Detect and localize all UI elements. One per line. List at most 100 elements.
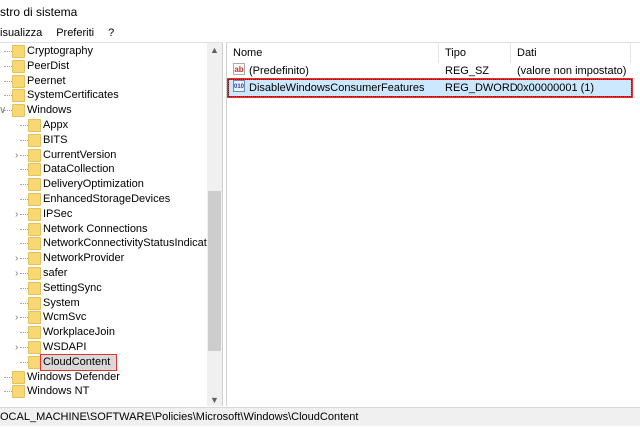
scroll-down-icon[interactable]: ▼ [210,395,219,405]
tree-item[interactable]: Windows Defender [0,370,207,385]
tree-item[interactable]: CloudContent [0,353,207,371]
folder-icon [28,148,41,162]
tree-item[interactable]: Windows NT [0,384,207,399]
scrollbar-thumb[interactable] [208,191,221,351]
menu-preferiti[interactable]: Preferiti [56,24,94,42]
tree-item[interactable]: WorkplaceJoin [0,325,207,340]
tree-item-label: Peernet [27,74,66,87]
tree-line [20,184,28,186]
tree-line [20,169,28,171]
tree-item-label: SettingSync [43,281,102,294]
folder-icon [12,370,25,384]
value-data: (valore non impostato) [517,65,627,77]
chevron-right-icon[interactable]: › [15,310,18,325]
tree-line [20,228,28,230]
tree-item[interactable]: › IPSec [0,207,207,222]
tree-item-label: CloudContent [39,353,118,371]
registry-tree[interactable]: Cryptography PeerDist Peernet SystemCertifi… [0,42,223,406]
tree-item[interactable]: › CurrentVersion [0,148,207,163]
folder-icon [12,104,25,118]
tree-item-label: Windows NT [27,385,90,398]
tree-line [4,80,12,82]
tree-item-label: Cryptography [27,45,94,57]
tree-item[interactable]: Network Connections [0,222,207,237]
tree-item[interactable]: DeliveryOptimization [0,177,207,192]
binary-value-icon: 010 [233,80,245,92]
folder-icon [28,341,41,354]
value-data: 0x00000001 (1) [517,82,595,94]
tree-line [20,361,28,363]
tree-item-label: BITS [43,133,68,146]
chevron-right-icon[interactable]: › [15,148,18,163]
folder-icon [28,133,41,147]
tree-item-label: Windows [27,104,72,117]
chevron-right-icon[interactable]: › [15,340,18,355]
tree-item[interactable]: NetworkConnectivityStatusIndicator [0,236,217,251]
folder-icon [28,326,41,340]
menu-bar: isualizza Preferiti ? [0,24,114,42]
folder-icon [28,193,41,206]
tree-item[interactable]: › WcmSvc [0,310,207,325]
menu-visualizza[interactable]: isualizza [0,24,42,42]
folder-icon [12,45,25,58]
value-type: REG_DWORD [445,82,518,94]
column-header-dati[interactable]: Dati [511,43,631,63]
tree-line [20,287,28,289]
folder-icon [28,296,41,310]
value-type: REG_SZ [445,65,490,77]
tree-item[interactable]: Peernet [0,74,207,89]
tree-item-label: Windows Defender [27,370,120,383]
folder-icon [28,281,41,295]
tree-item[interactable]: › NetworkProvider [0,251,207,266]
folder-icon [28,311,41,325]
tree-line [20,258,28,260]
chevron-right-icon[interactable]: › [15,207,18,222]
folder-icon [28,252,41,266]
tree-item[interactable]: PeerDist [0,59,207,74]
tree-item[interactable]: DataCollection [0,162,207,177]
tree-line [20,213,28,215]
tree-item[interactable]: EnhancedStorageDevices [0,192,207,207]
menu-help[interactable]: ? [108,24,114,42]
tree-item-label: Appx [43,119,69,131]
tree-line [20,154,28,156]
folder-icon [12,74,25,88]
chevron-right-icon[interactable]: › [15,251,18,266]
list-row-selected[interactable]: 010 DisableWindowsConsumerFeatures REG_D… [228,79,632,97]
tree-item-label: DataCollection [43,163,115,176]
tree-item-label: WorkplaceJoin [43,326,115,339]
column-header-nome[interactable]: Nome [227,43,439,63]
folder-icon [28,237,41,251]
tree-item[interactable]: › WSDAPI [0,340,207,355]
tree-item[interactable]: ∨Windows [0,103,207,118]
folder-icon [12,89,25,103]
tree-item[interactable]: BITS [0,133,207,148]
tree-line [20,302,28,304]
value-name: (Predefinito) [249,65,309,77]
scroll-up-icon[interactable]: ▲ [210,45,219,55]
list-row[interactable]: ab (Predefinito) REG_SZ (valore non impo… [229,63,631,79]
folder-icon [28,222,41,236]
tree-item-label: CurrentVersion [43,148,117,161]
tree-line [4,65,12,67]
tree-line [4,51,12,52]
column-header-tipo[interactable]: Tipo [439,43,511,63]
tree-item-label: System [43,296,80,309]
tree-item[interactable]: Cryptography [0,44,207,59]
tree-item[interactable]: SystemCertificates [0,88,207,103]
tree-item[interactable]: SettingSync [0,281,207,296]
tree-item-label: WcmSvc [43,311,87,324]
tree-item[interactable]: › safer [0,266,207,281]
tree-item[interactable]: System [0,296,207,311]
tree-line [4,95,12,97]
value-name: DisableWindowsConsumerFeatures [249,82,425,94]
tree-scrollbar[interactable]: ▲ ▼ [207,43,222,406]
tree-line [20,125,28,126]
folder-icon [28,267,41,280]
tree-line [4,391,12,393]
tree-item-label: Network Connections [43,222,148,235]
tree-item[interactable]: Appx [0,118,207,133]
tree-line [20,139,28,141]
chevron-right-icon[interactable]: › [15,266,18,281]
folder-icon [28,163,41,177]
